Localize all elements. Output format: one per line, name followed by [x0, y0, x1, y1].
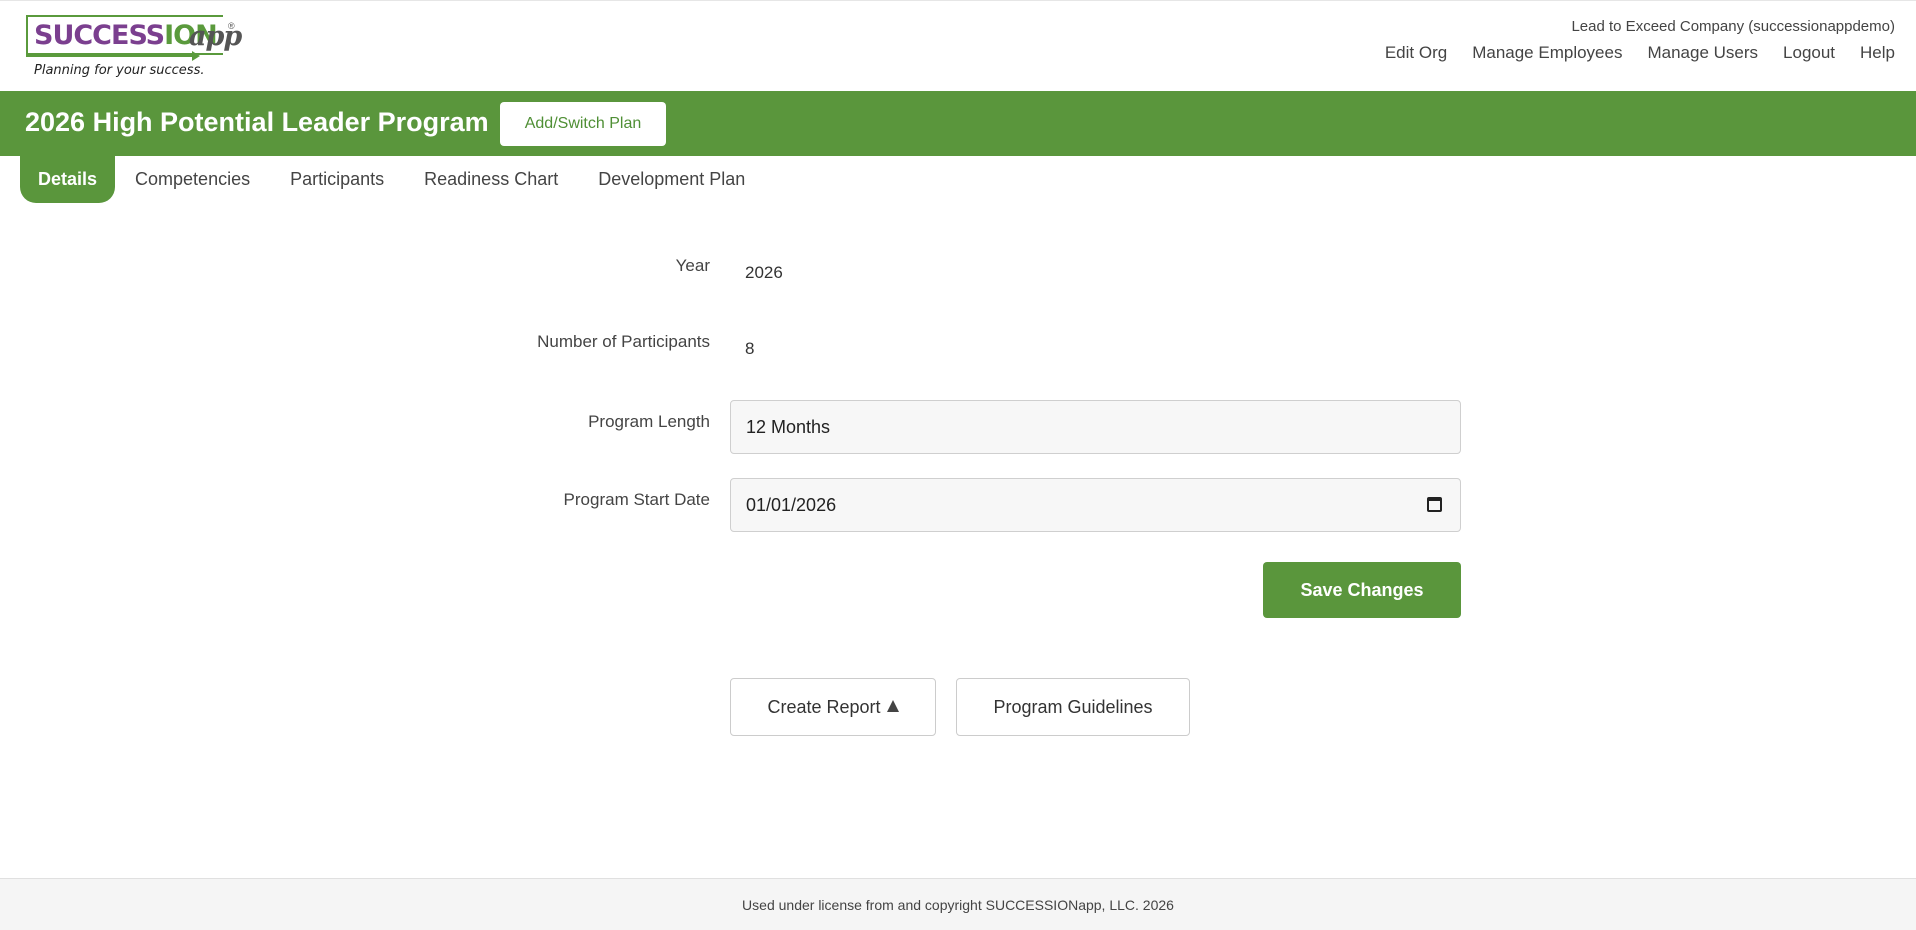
logo-registered-mark: ®: [228, 21, 235, 31]
tab-readiness-chart[interactable]: Readiness Chart: [404, 156, 578, 203]
logo-tagline: Planning for your success.: [34, 63, 205, 78]
successionapp-logo[interactable]: SUCCESSION app ® Planning for your succe…: [26, 15, 242, 81]
program-guidelines-label: Program Guidelines: [993, 696, 1153, 717]
nav-help[interactable]: Help: [1860, 43, 1895, 63]
logo-arrow: [26, 51, 200, 61]
year-label: Year: [675, 256, 710, 275]
nav-manage-users[interactable]: Manage Users: [1647, 43, 1758, 63]
plan-bar: 2026 High Potential Leader Program Add/S…: [0, 91, 1916, 156]
program-start-date-value: 01/01/2026: [746, 494, 837, 515]
program-start-label: Program Start Date: [563, 490, 710, 509]
footer: Used under license from and copyright SU…: [0, 878, 1916, 930]
caret-up-icon: [886, 700, 899, 712]
plan-tabs: Details Competencies Participants Readin…: [20, 156, 765, 203]
create-report-label: Create Report: [767, 696, 881, 717]
tab-details[interactable]: Details: [20, 156, 116, 203]
calendar-icon[interactable]: [1427, 497, 1442, 512]
top-nav: Edit Org Manage Employees Manage Users L…: [1385, 43, 1895, 63]
nav-edit-org[interactable]: Edit Org: [1385, 43, 1447, 63]
participants-value: 8: [745, 339, 755, 358]
add-switch-plan-button[interactable]: Add/Switch Plan: [500, 102, 666, 146]
participants-label: Number of Participants: [537, 332, 710, 351]
top-header: SUCCESSION app ® Planning for your succe…: [0, 0, 1916, 91]
tab-participants[interactable]: Participants: [270, 156, 404, 203]
footer-copyright: Used under license from and copyright SU…: [742, 897, 1174, 913]
create-report-button[interactable]: Create Report: [730, 678, 936, 736]
nav-logout[interactable]: Logout: [1783, 43, 1835, 63]
plan-title: 2026 High Potential Leader Program: [25, 107, 489, 137]
tab-development-plan[interactable]: Development Plan: [578, 156, 765, 203]
tab-competencies[interactable]: Competencies: [115, 156, 270, 203]
year-value: 2026: [745, 263, 783, 282]
nav-manage-employees[interactable]: Manage Employees: [1472, 43, 1622, 63]
program-length-input[interactable]: 12 Months: [730, 400, 1461, 454]
company-name: Lead to Exceed Company (successionappdem…: [1571, 18, 1895, 35]
program-start-date-input[interactable]: 01/01/2026: [730, 478, 1461, 532]
program-guidelines-button[interactable]: Program Guidelines: [956, 678, 1190, 736]
program-length-label: Program Length: [588, 412, 710, 431]
logo-text-success: SUCCESS: [34, 19, 165, 51]
save-changes-button[interactable]: Save Changes: [1263, 562, 1461, 618]
